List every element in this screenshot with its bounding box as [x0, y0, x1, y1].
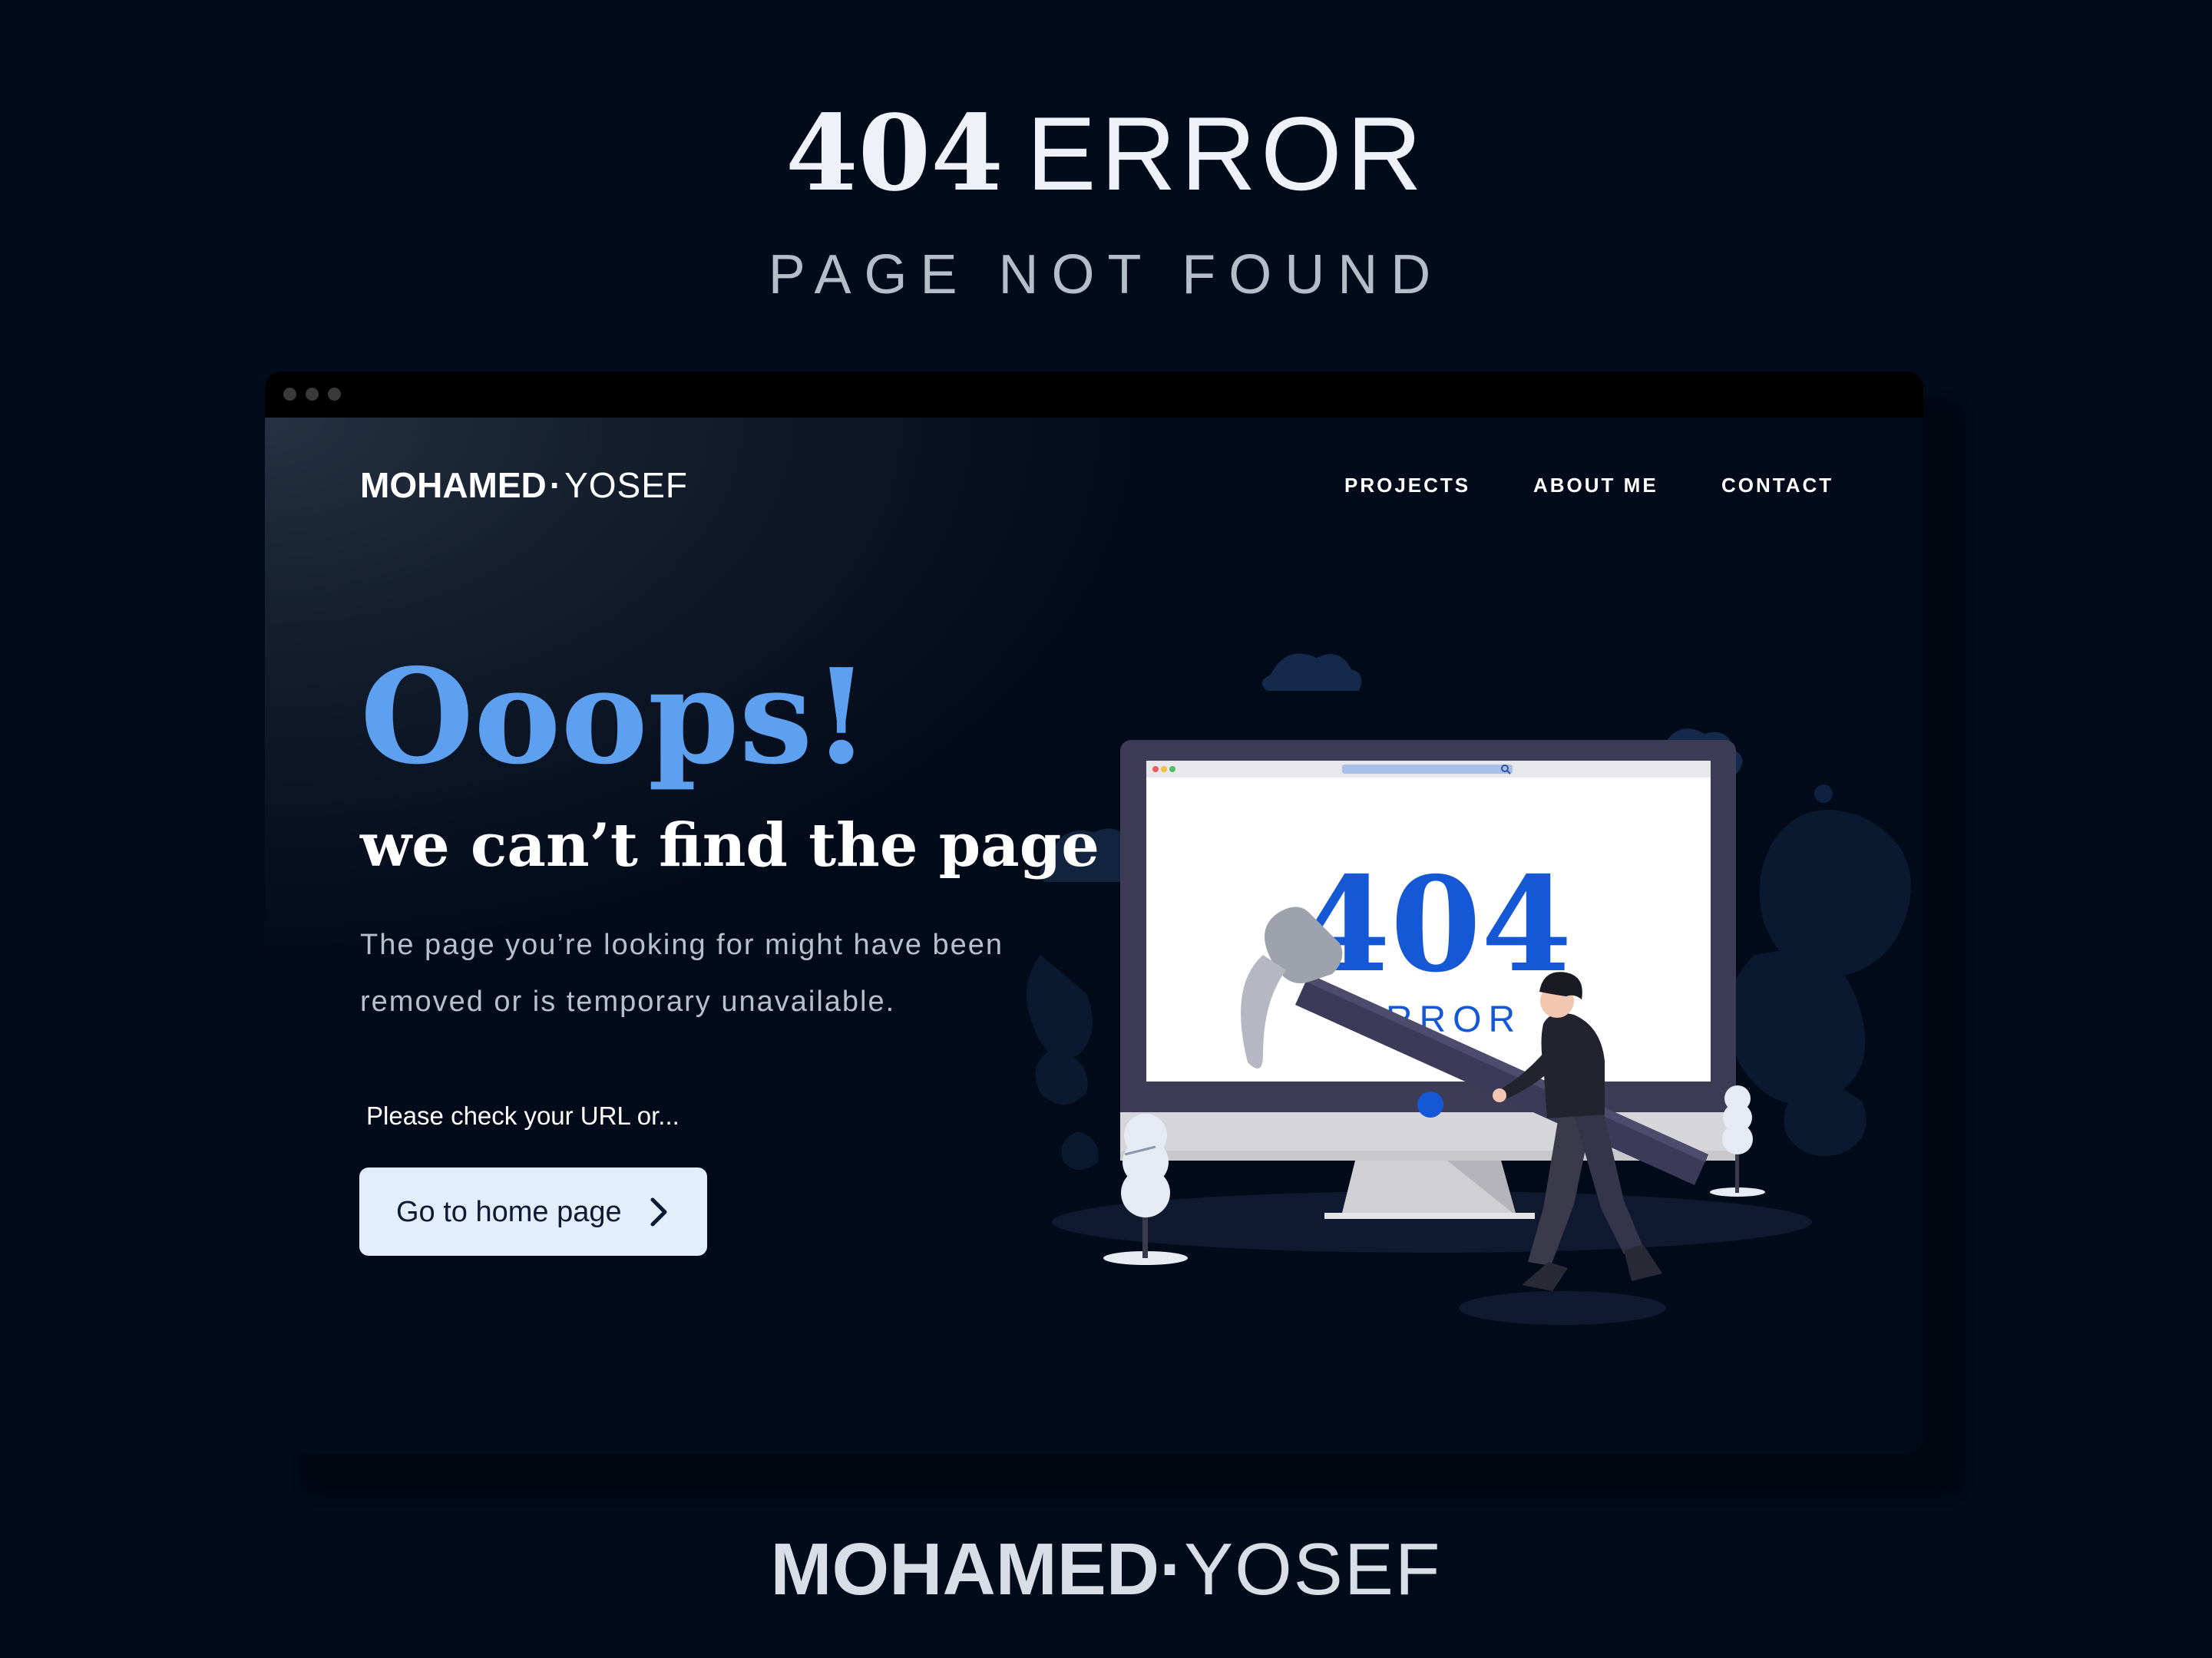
- footer-brand: MOHAMED·YOSEF: [0, 1528, 2212, 1612]
- poster-subtitle: PAGE NOT FOUND: [768, 244, 1444, 306]
- go-home-button[interactable]: Go to home page: [359, 1168, 707, 1256]
- chevron-right-icon: [650, 1197, 667, 1227]
- footer-brand-bold: MOHAMED: [770, 1528, 1160, 1610]
- footer-brand-thin: YOSEF: [1184, 1528, 1442, 1610]
- poster-title-number: 404: [785, 92, 1004, 215]
- screen-404-text: 404: [1300, 848, 1572, 1002]
- browser-window: MOHAMED·YOSEF PROJECTS ABOUT ME CONTACT: [265, 372, 1923, 1454]
- poster-title: 404 ERROR: [0, 96, 2212, 211]
- not-found-headline: we can’t find the page: [360, 811, 1099, 880]
- person-shadow: [1459, 1291, 1666, 1325]
- footer-brand-separator: ·: [1159, 1528, 1185, 1610]
- oops-heading: Ooops!: [360, 640, 871, 794]
- poster-title-word: ERROR: [1026, 95, 1427, 212]
- check-url-text: Please check your URL or...: [366, 1101, 679, 1130]
- page-viewport: MOHAMED·YOSEF PROJECTS ABOUT ME CONTACT: [265, 418, 1923, 1454]
- browser-titlebar: [265, 372, 1923, 418]
- error-description: The page you’re looking for might have b…: [360, 929, 1004, 1018]
- go-home-button-label: Go to home page: [396, 1196, 622, 1228]
